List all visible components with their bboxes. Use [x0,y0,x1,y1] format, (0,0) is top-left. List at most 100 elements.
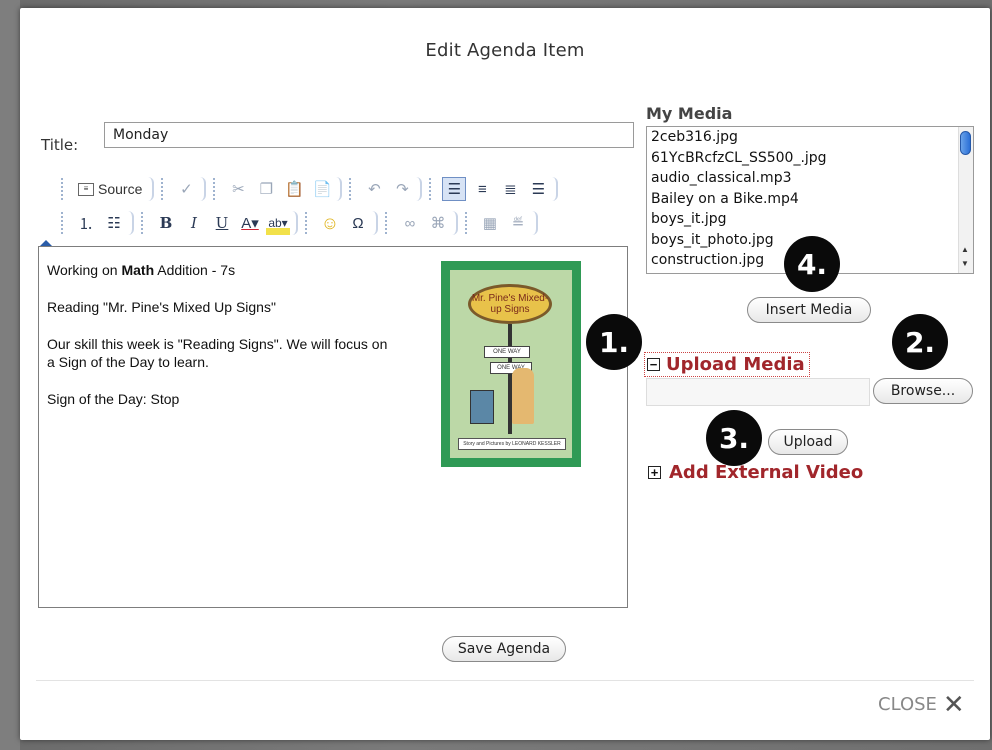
bulleted-list-icon[interactable]: ☷ [102,211,126,235]
editor-toolbar: ≡ Source ✓ ✂ ❐ 📋 📄 ↶ ↷ ☰ ≡ ≣ ☰ ⒈ ☷ B I U… [40,174,628,250]
toolbar-separator [385,212,393,234]
spellcheck-icon[interactable]: ✓ [174,177,198,201]
editor-line: Reading "Mr. Pine's Mixed Up Signs" [47,299,276,315]
media-item[interactable]: Bailey on a Bike.mp4 [647,189,973,210]
toolbar-group-end [128,211,134,235]
toolbar-separator [213,178,221,200]
callout-1: 1. [586,314,642,370]
toolbar-group-end [148,177,155,201]
external-video-title: Add External Video [669,462,864,483]
upload-media-header[interactable]: − Upload Media [644,352,810,377]
book-title: Mr. Pine's Mixed-up Signs [468,284,552,324]
toolbar-separator [61,178,69,200]
toolbar-separator [305,212,313,234]
callout-4: 4. [784,236,840,292]
insert-media-button[interactable]: Insert Media [747,297,871,323]
title-label: Title: [41,136,79,154]
toolbar-separator [349,178,357,200]
close-label: CLOSE [878,694,937,715]
book-figure [512,368,534,424]
unlink-icon[interactable]: ⌘ [426,211,450,235]
external-video-header[interactable]: + Add External Video [648,462,863,483]
paste-word-icon[interactable]: 📄 [310,177,334,201]
close-button[interactable]: CLOSE ✕ [878,689,965,720]
book-cover-art: Mr. Pine's Mixed-up Signs ONE WAY ONE WA… [450,270,572,458]
toolbar-separator [465,212,473,234]
editor-line: Our skill this week is "Reading Signs". … [47,336,388,370]
rich-text-editor[interactable]: Working on Math Addition - 7s Reading "M… [38,246,628,608]
horizontal-rule-icon[interactable]: ≝ [506,211,530,235]
scroll-up-icon[interactable]: ▲ [961,245,969,254]
redo-icon[interactable]: ↷ [390,177,414,201]
undo-icon[interactable]: ↶ [362,177,386,201]
underline-icon[interactable]: U [210,211,234,235]
justify-icon[interactable]: ☰ [526,177,550,201]
paste-icon[interactable]: 📋 [282,177,306,201]
callout-2: 2. [892,314,948,370]
special-char-icon[interactable]: Ω [346,211,370,235]
align-center-icon[interactable]: ≡ [470,177,494,201]
dialog-title: Edit Agenda Item [425,40,585,61]
my-media-title: My Media [646,104,733,123]
upload-button[interactable]: Upload [768,429,848,455]
footer-divider [36,680,974,681]
upload-media-title: Upload Media [666,354,805,375]
copy-icon[interactable]: ❐ [254,177,278,201]
align-left-icon[interactable]: ☰ [442,177,467,201]
toolbar-group-end [336,177,343,201]
link-icon[interactable]: ∞ [398,211,422,235]
book-credit: Story and Pictures by LEONARD KESSLER [458,438,566,450]
media-item[interactable]: boys_it.jpg [647,209,973,230]
toolbar-group-end [372,211,378,235]
toolbar-separator [161,178,169,200]
numbered-list-icon[interactable]: ⒈ [74,211,98,235]
close-icon: ✕ [942,689,965,720]
toolbar-separator [61,212,69,234]
book-sign-1: ONE WAY [484,346,530,358]
editor-line: Sign of the Day: Stop [47,391,180,407]
editor-bold-text: Math [121,262,155,278]
media-item[interactable]: 2ceb316.jpg [647,127,973,148]
toolbar-separator [141,212,149,234]
file-path-field[interactable] [646,378,870,406]
media-item[interactable]: 61YcBRcfzCL_SS500_.jpg [647,148,973,169]
toolbar-group-end [416,177,423,201]
source-icon: ≡ [78,182,94,196]
toolbar-row-1: ≡ Source ✓ ✂ ❐ 📋 📄 ↶ ↷ ☰ ≡ ≣ ☰ [58,174,562,204]
smiley-icon[interactable]: ☺ [318,211,342,235]
editor-content: Working on Math Addition - 7s Reading "M… [47,261,397,427]
collapse-icon[interactable]: − [647,358,660,371]
text-color-icon[interactable]: A▾ [238,211,262,235]
media-list-scrollbar[interactable]: ▲ ▼ [958,127,973,273]
align-right-icon[interactable]: ≣ [498,177,522,201]
scroll-down-icon[interactable]: ▼ [961,259,969,268]
title-input[interactable] [104,122,634,148]
source-button[interactable]: ≡ Source [74,177,146,201]
editor-text: Working on [47,262,122,278]
bold-icon[interactable]: B [154,211,178,235]
cut-icon[interactable]: ✂ [226,177,250,201]
toolbar-group-end [292,211,298,235]
edit-agenda-dialog: Edit Agenda Item Title: ≡ Source ✓ ✂ ❐ 📋… [20,8,990,740]
highlight-icon[interactable]: ab▾ [266,211,290,235]
save-agenda-button[interactable]: Save Agenda [442,636,566,662]
toolbar-group-end [532,211,538,235]
toolbar-group-end [452,211,458,235]
source-label: Source [98,181,143,197]
table-icon[interactable]: ▦ [478,211,502,235]
browse-button[interactable]: Browse... [873,378,973,404]
toolbar-group-end [552,177,559,201]
toolbar-row-2: ⒈ ☷ B I U A▾ ab▾ ☺ Ω ∞ ⌘ ▦ ≝ [58,208,542,238]
toolbar-group-end [200,177,207,201]
editor-line: Working on Math Addition - 7s [47,261,397,279]
backdrop-left [0,0,20,750]
book-cover-image[interactable]: Mr. Pine's Mixed-up Signs ONE WAY ONE WA… [441,261,581,467]
italic-icon[interactable]: I [182,211,206,235]
scrollbar-thumb[interactable] [960,131,971,155]
expand-icon[interactable]: + [648,466,661,479]
toolbar-separator [429,178,437,200]
media-item[interactable]: audio_classical.mp3 [647,168,973,189]
book-mailbox [470,390,494,424]
editor-text: Addition - 7s [154,262,236,278]
callout-3: 3. [706,410,762,466]
